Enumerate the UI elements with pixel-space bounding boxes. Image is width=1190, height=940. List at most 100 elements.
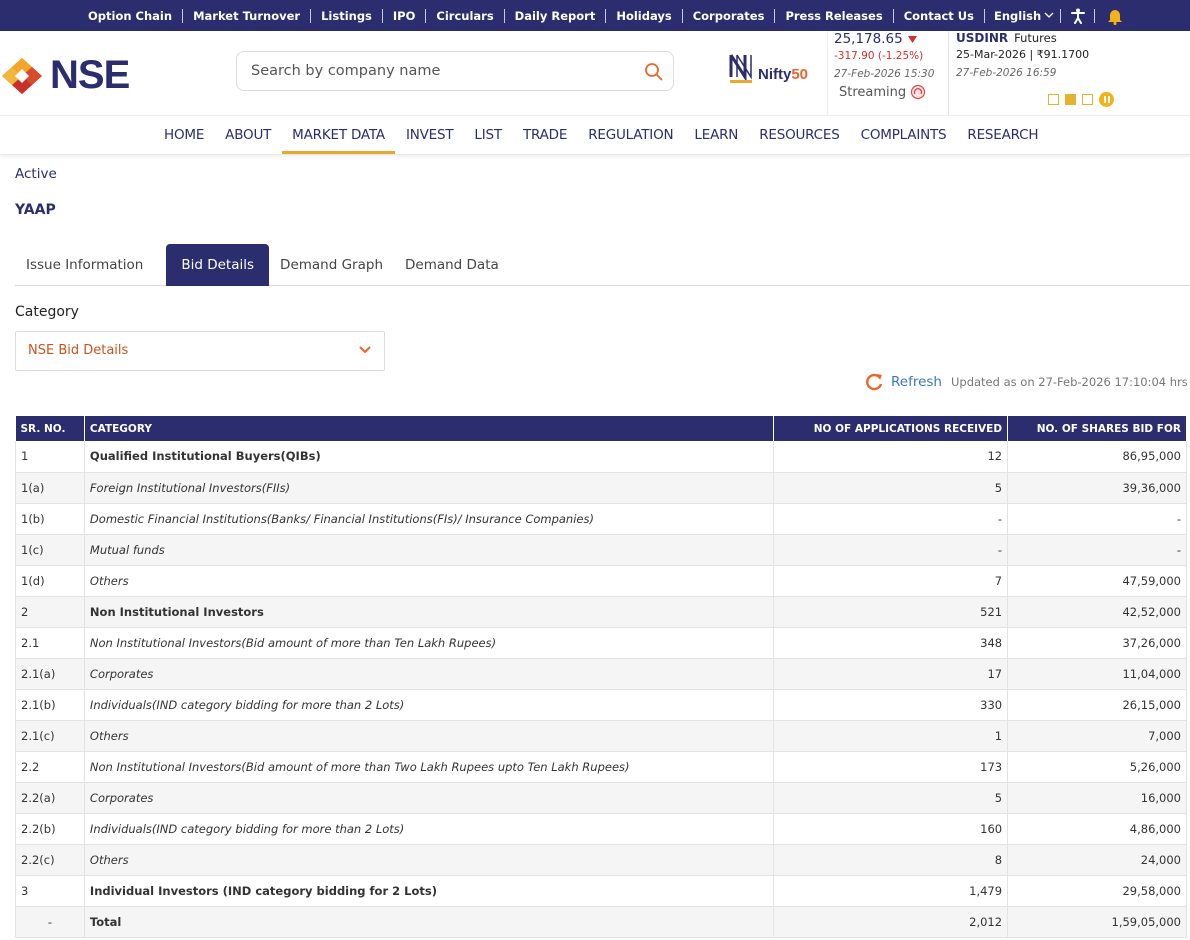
refresh-link[interactable]: Refresh xyxy=(891,374,942,390)
nav-home[interactable]: HOME xyxy=(154,116,214,154)
header-category: CATEGORY xyxy=(84,416,775,441)
toplink-corporates[interactable]: Corporates xyxy=(683,8,776,23)
toplink-circulars[interactable]: Circulars xyxy=(426,8,505,23)
cell-category: Non Institutional Investors(Bid amount o… xyxy=(84,751,775,783)
toplink-ipo[interactable]: IPO xyxy=(383,8,427,23)
cell-applications: 12 xyxy=(773,441,1009,473)
cell-category: Individual Investors (IND category biddi… xyxy=(84,875,775,907)
ticker-dot-2[interactable] xyxy=(1065,94,1076,105)
cell-category: Mutual funds xyxy=(84,534,775,566)
index-change: -317.90 (-1.25%) xyxy=(834,50,924,62)
nav-trade[interactable]: TRADE xyxy=(513,116,577,154)
bell-icon[interactable] xyxy=(1095,7,1135,25)
category-select[interactable]: NSE Bid Details xyxy=(15,331,385,371)
fx-title: USDINR Futures xyxy=(956,31,1190,45)
logo-text: NSE xyxy=(50,53,130,97)
search-box xyxy=(236,51,674,91)
accessibility-icon[interactable] xyxy=(1061,8,1096,24)
cell-shares: 86,95,000 xyxy=(1007,441,1187,473)
table-body: 1 Qualified Institutional Buyers(QIBs) 12 8… xyxy=(15,441,1187,938)
search-icon[interactable] xyxy=(643,61,665,83)
table-row: 2.1(c) Others 1 7,000 xyxy=(15,720,1187,752)
cell-category: Individuals(IND category bidding for mor… xyxy=(84,689,775,721)
tab-demand-data[interactable]: Demand Data xyxy=(394,244,510,286)
nav-resources[interactable]: RESOURCES xyxy=(749,116,849,154)
nav-list[interactable]: LIST xyxy=(464,116,512,154)
down-arrow-icon xyxy=(907,35,917,43)
nifty-label: Nifty50 xyxy=(758,66,808,83)
cell-shares: 16,000 xyxy=(1007,782,1187,814)
nav-about[interactable]: ABOUT xyxy=(215,116,281,154)
cell-category: Total xyxy=(84,906,775,938)
fx-type: Futures xyxy=(1014,31,1057,45)
nifty-n-icon xyxy=(729,54,752,83)
cell-sr-no: 2.1(a) xyxy=(15,658,85,690)
issue-status: Active xyxy=(15,166,57,182)
toplink-listings[interactable]: Listings xyxy=(311,8,383,23)
table-row: - Total 2,012 1,59,05,000 xyxy=(15,906,1187,938)
cell-sr-no: 2.1(b) xyxy=(15,689,85,721)
cell-applications: 1 xyxy=(773,720,1009,752)
language-selector[interactable]: English xyxy=(985,8,1062,23)
category-selected-value: NSE Bid Details xyxy=(28,343,129,358)
cell-shares: 4,86,000 xyxy=(1007,813,1187,845)
pause-icon[interactable] xyxy=(1099,92,1114,107)
fx-timestamp: 27-Feb-2026 16:59 xyxy=(956,67,1057,79)
toplink-press-releases[interactable]: Press Releases xyxy=(775,8,894,23)
table-row: 1(c) Mutual funds - - xyxy=(15,534,1187,566)
cell-applications: 521 xyxy=(773,596,1009,628)
toplink-contact-us[interactable]: Contact Us xyxy=(894,8,985,23)
toplink-daily-report[interactable]: Daily Report xyxy=(505,8,607,23)
cell-shares: 47,59,000 xyxy=(1007,565,1187,597)
nifty-brand: Nifty xyxy=(758,65,792,83)
cell-shares: 11,04,000 xyxy=(1007,658,1187,690)
cell-shares: 42,52,000 xyxy=(1007,596,1187,628)
cell-applications: 17 xyxy=(773,658,1009,690)
chevron-down-icon xyxy=(359,346,371,354)
cell-category: Non Institutional Investors xyxy=(84,596,775,628)
ticker-dot-1[interactable] xyxy=(1048,94,1059,105)
table-row: 2.2 Non Institutional Investors(Bid amoun… xyxy=(15,751,1187,783)
tab-bid-details[interactable]: Bid Details xyxy=(166,244,270,286)
toplink-market-turnover[interactable]: Market Turnover xyxy=(183,8,312,23)
nav-invest[interactable]: INVEST xyxy=(396,116,463,154)
cell-applications: 173 xyxy=(773,751,1009,783)
cell-applications: 8 xyxy=(773,844,1009,876)
issue-symbol: YAAP xyxy=(15,202,56,218)
updated-timestamp: Updated as on 27-Feb-2026 17:10:04 hrs xyxy=(950,375,1188,389)
table-row: 1(d) Others 7 47,59,000 xyxy=(15,565,1187,597)
cell-sr-no: 1(b) xyxy=(15,503,85,535)
tab-issue-information[interactable]: Issue Information xyxy=(15,244,154,286)
cell-category: Corporates xyxy=(84,658,775,690)
tab-demand-graph[interactable]: Demand Graph xyxy=(269,244,394,286)
fx-symbol: USDINR xyxy=(956,31,1009,45)
cell-sr-no: 2.2 xyxy=(15,751,85,783)
cell-sr-no: 3 xyxy=(15,875,85,907)
nav-complaints[interactable]: COMPLAINTS xyxy=(851,116,957,154)
nse-logo[interactable]: NSE xyxy=(0,53,130,98)
ticker-dot-3[interactable] xyxy=(1082,94,1093,105)
table-row: 1 Qualified Institutional Buyers(QIBs) 12 8… xyxy=(15,441,1187,473)
cell-sr-no: 2.1(c) xyxy=(15,720,85,752)
nifty50-logo[interactable]: Nifty50 xyxy=(728,51,808,85)
index-price-row: 25,178.65 xyxy=(834,31,948,47)
cell-sr-no: 2 xyxy=(15,596,85,628)
table-row: 2.1(a) Corporates 17 11,04,000 xyxy=(15,658,1187,690)
table-row: 1(b) Domestic Financial Institutions(Bank… xyxy=(15,503,1187,535)
toplink-option-chain[interactable]: Option Chain xyxy=(78,8,184,23)
toplink-holidays[interactable]: Holidays xyxy=(606,8,683,23)
table-row: 2.2(b) Individuals(IND category bidding f… xyxy=(15,813,1187,845)
table-row: 3 Individual Investors (IND category bidd… xyxy=(15,875,1187,907)
nav-market-data[interactable]: MARKET DATA xyxy=(282,116,395,154)
cell-category: Foreign Institutional Investors(FIIs) xyxy=(84,472,775,504)
nav-research[interactable]: RESEARCH xyxy=(957,116,1048,154)
refresh-icon[interactable] xyxy=(864,372,884,392)
cell-category: Individuals(IND category bidding for mor… xyxy=(84,813,775,845)
search-input[interactable] xyxy=(251,52,631,90)
chevron-down-icon xyxy=(1044,12,1054,18)
streaming-toggle[interactable]: Streaming xyxy=(834,84,948,100)
table-row: 2.2(c) Others 8 24,000 xyxy=(15,844,1187,876)
streaming-label: Streaming xyxy=(839,84,907,100)
nav-regulation[interactable]: REGULATION xyxy=(578,116,683,154)
nav-learn[interactable]: LEARN xyxy=(684,116,748,154)
